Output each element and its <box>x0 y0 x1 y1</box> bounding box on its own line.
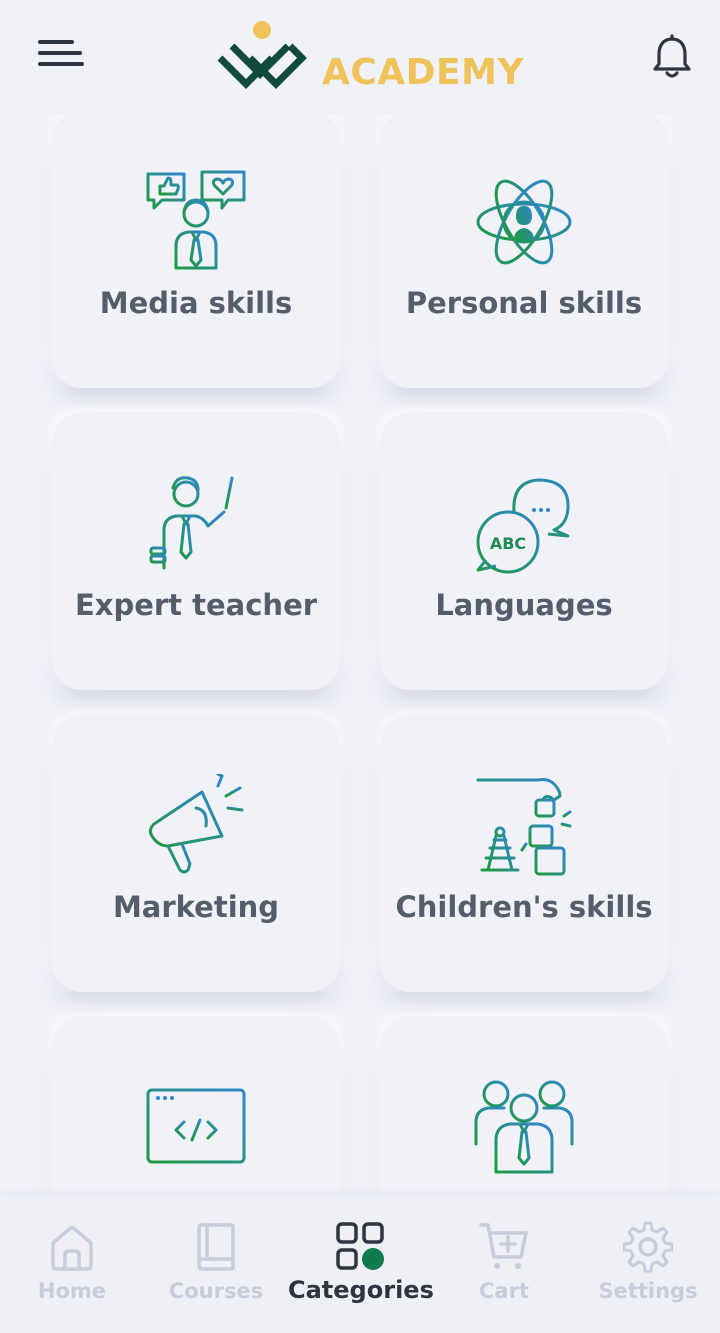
category-label: Media skills <box>99 286 293 320</box>
tab-categories[interactable]: Categories <box>288 1195 434 1333</box>
tab-label: Courses <box>168 1279 264 1303</box>
tab-label: Categories <box>288 1276 434 1304</box>
tab-courses[interactable]: Courses <box>144 1195 288 1333</box>
gear-icon <box>623 1221 673 1273</box>
cart-icon <box>479 1223 528 1269</box>
category-label: Marketing <box>112 890 280 924</box>
tab-label: Home <box>37 1279 107 1303</box>
hamburger-menu-icon[interactable] <box>38 36 88 76</box>
category-card-team[interactable] <box>380 1016 668 1195</box>
category-label: Expert teacher <box>74 588 318 622</box>
categories-grid-icon <box>336 1222 384 1270</box>
bottom-tab-bar: Home Courses Categories Cart Settings <box>0 1195 720 1333</box>
category-card-personal-skills[interactable]: Personal skills <box>380 115 668 388</box>
atom-person-icon <box>476 179 572 265</box>
megaphone-icon <box>148 774 244 874</box>
code-window-icon <box>146 1088 246 1164</box>
category-card-expert-teacher[interactable]: Expert teacher <box>52 412 340 690</box>
book-icon <box>197 1223 235 1271</box>
tab-label: Cart <box>479 1279 529 1303</box>
bell-icon[interactable] <box>650 34 694 80</box>
category-card-languages[interactable]: ABC Languages <box>380 412 668 690</box>
logo-text: ACADEMY <box>322 52 525 93</box>
building-blocks-icon <box>476 778 572 876</box>
category-card-coding[interactable] <box>52 1016 340 1195</box>
logo-mark-icon <box>217 21 307 89</box>
tab-cart[interactable]: Cart <box>432 1195 576 1333</box>
category-card-media-skills[interactable]: Media skills <box>52 115 340 388</box>
category-card-marketing[interactable]: Marketing <box>52 714 340 992</box>
app-header: ACADEMY <box>0 0 720 115</box>
abc-speech-bubbles-icon: ABC <box>476 478 570 574</box>
tab-label: Settings <box>598 1279 698 1303</box>
tab-home[interactable]: Home <box>0 1195 144 1333</box>
team-people-icon <box>474 1080 574 1174</box>
abc-glyph: ABC <box>490 534 526 553</box>
tab-settings[interactable]: Settings <box>576 1195 720 1333</box>
home-icon <box>51 1225 93 1271</box>
category-label: Children's skills <box>395 890 653 924</box>
teacher-pointer-icon <box>149 476 234 570</box>
categories-grid: Media skills Personal skills Expert teac… <box>0 115 720 1195</box>
category-card-childrens-skills[interactable]: Children's skills <box>380 714 668 992</box>
category-label: Languages <box>435 588 613 622</box>
academy-logo: ACADEMY <box>216 18 526 94</box>
social-media-person-icon <box>146 170 246 270</box>
category-label: Personal skills <box>405 286 643 320</box>
